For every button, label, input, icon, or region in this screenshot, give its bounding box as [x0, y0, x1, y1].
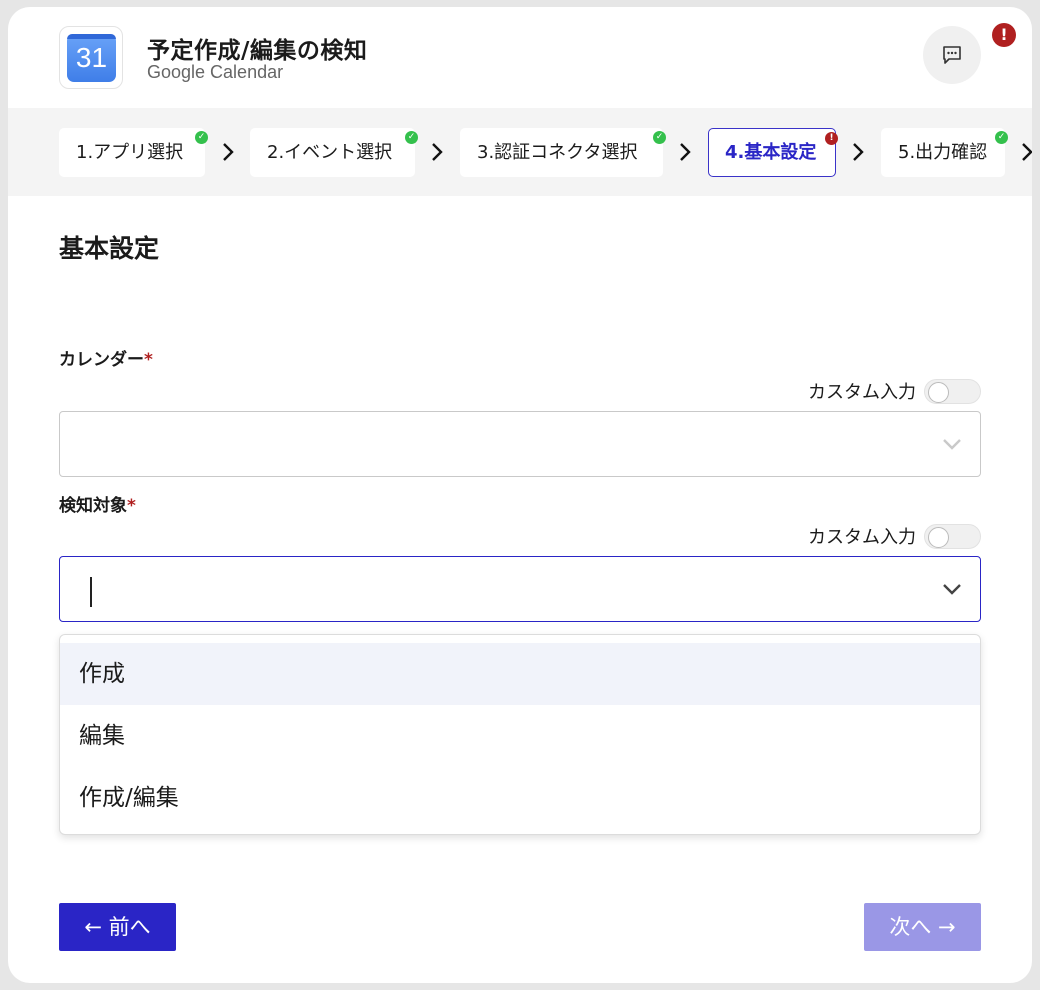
- chevron-right-icon: [223, 143, 234, 161]
- step-app-select[interactable]: 1.アプリ選択 ✓: [59, 128, 208, 177]
- check-icon: ✓: [195, 131, 208, 144]
- chevron-right-icon: [680, 143, 691, 161]
- page-title: 予定作成/編集の検知: [147, 38, 368, 64]
- detection-target-dropdown: 作成 編集 作成/編集: [59, 634, 981, 835]
- dialog-header: 31 予定作成/編集の検知 Google Calendar !: [8, 7, 1032, 107]
- field-label-text: 検知対象: [59, 496, 127, 516]
- chevron-down-icon: [943, 584, 961, 595]
- app-name: Google Calendar: [147, 62, 284, 82]
- section-title: 基本設定: [59, 234, 160, 263]
- calendar-custom-input-toggle[interactable]: [924, 378, 981, 404]
- google-calendar-icon: 31: [67, 34, 116, 82]
- chat-icon: [943, 46, 961, 64]
- step-label: 1.アプリ選択: [76, 142, 184, 163]
- field-label-text: カレンダー: [59, 350, 144, 370]
- required-mark: *: [127, 496, 136, 516]
- custom-input-label: カスタム入力: [808, 382, 916, 403]
- chevron-right-icon: [853, 143, 864, 161]
- check-icon: ✓: [995, 131, 1008, 144]
- prev-button[interactable]: ← 前へ: [59, 903, 176, 951]
- chevron-down-icon: [943, 439, 961, 450]
- step-label: 4.基本設定: [725, 142, 817, 163]
- step-basic-settings[interactable]: 4.基本設定 !: [708, 128, 838, 177]
- step-label: 2.イベント選択: [267, 142, 393, 163]
- step-label: 5.出力確認: [898, 142, 988, 163]
- custom-input-label: カスタム入力: [808, 527, 916, 548]
- calendar-select[interactable]: [59, 411, 981, 477]
- text-cursor: [90, 577, 92, 607]
- alert-badge: !: [992, 23, 1016, 47]
- detection-target-custom-input-toggle[interactable]: [924, 523, 981, 549]
- calendar-field-label: カレンダー*: [59, 345, 153, 370]
- check-icon: ✓: [653, 131, 666, 144]
- chevron-right-icon: [432, 143, 443, 161]
- dialog: 31 予定作成/編集の検知 Google Calendar ! 1.アプリ選択 …: [8, 7, 1032, 983]
- dropdown-option[interactable]: 編集: [60, 705, 980, 767]
- step-event-select[interactable]: 2.イベント選択 ✓: [250, 128, 418, 177]
- dropdown-option[interactable]: 作成/編集: [60, 767, 980, 829]
- step-label: 3.認証コネクタ選択: [477, 142, 638, 163]
- detection-target-field-label: 検知対象*: [59, 491, 136, 516]
- calendar-custom-input: カスタム入力: [808, 378, 981, 404]
- check-icon: ✓: [405, 131, 418, 144]
- chevron-right-icon: [1022, 143, 1032, 161]
- next-button[interactable]: 次へ →: [864, 903, 981, 951]
- detection-target-select[interactable]: [59, 556, 981, 622]
- step-output-confirm[interactable]: 5.出力確認 ✓: [881, 128, 1008, 177]
- app-icon-frame: 31: [59, 26, 123, 89]
- detection-target-custom-input: カスタム入力: [808, 523, 981, 549]
- stepper: 1.アプリ選択 ✓ 2.イベント選択 ✓ 3.認証コネクタ選択 ✓ 4.基本設定…: [8, 108, 1032, 196]
- dropdown-option[interactable]: 作成: [60, 643, 980, 705]
- step-connector-select[interactable]: 3.認証コネクタ選択 ✓: [460, 128, 666, 177]
- required-mark: *: [144, 350, 153, 370]
- error-icon: !: [825, 132, 838, 145]
- chat-button[interactable]: [923, 26, 981, 84]
